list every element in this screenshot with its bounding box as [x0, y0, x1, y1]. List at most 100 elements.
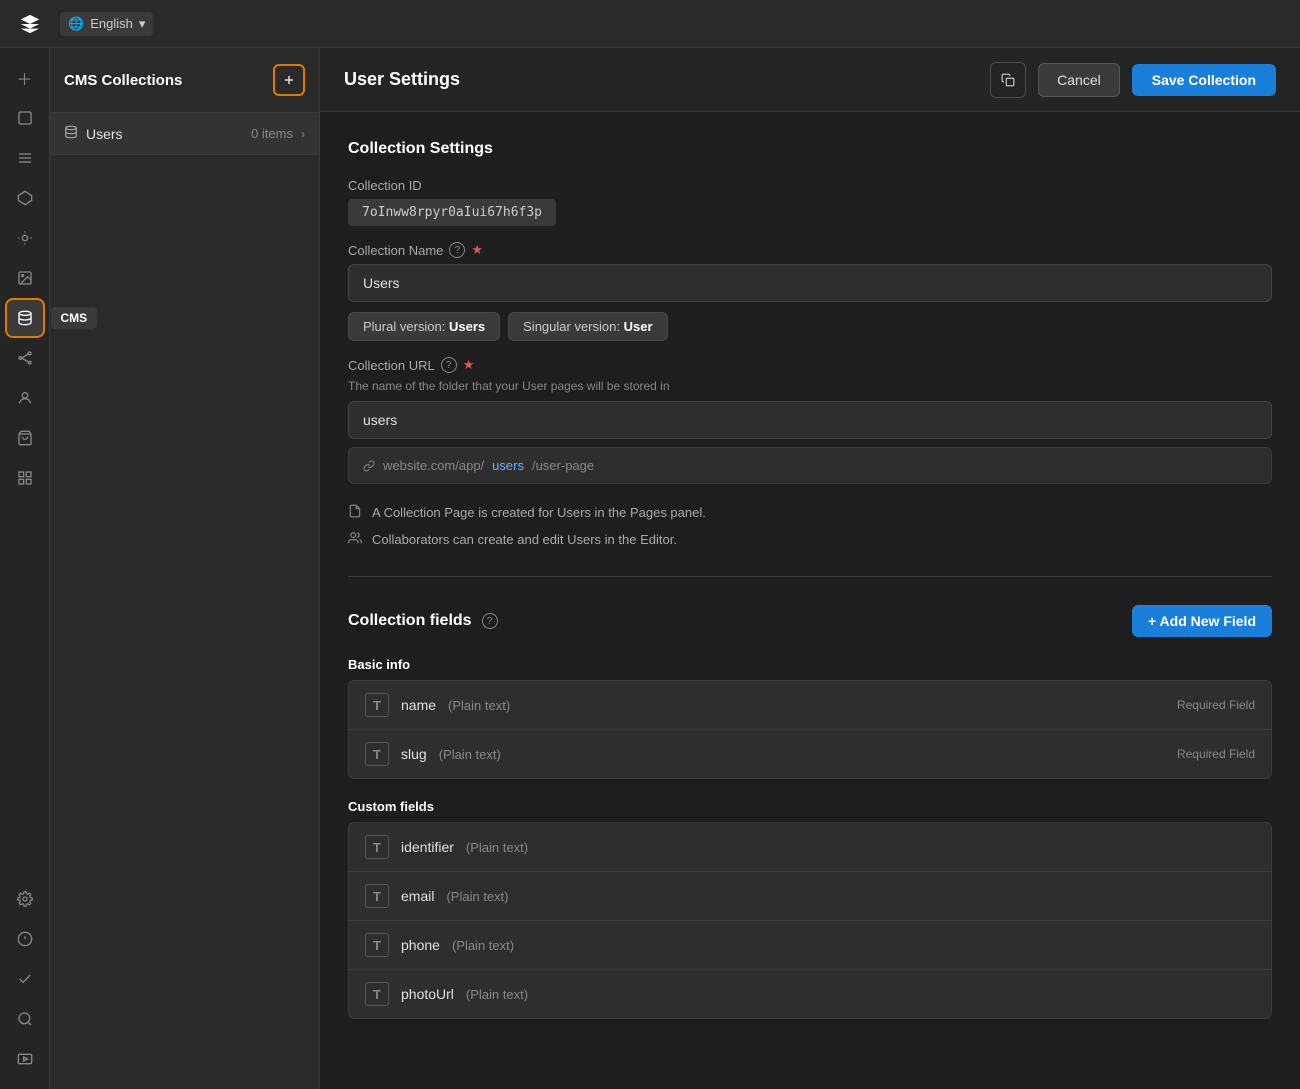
info-row-1: A Collection Page is created for Users i… — [348, 504, 1272, 521]
field-type-phone-label: (Plain text) — [452, 938, 514, 953]
name-help-icon[interactable]: ? — [449, 242, 465, 258]
cms-panel-title: CMS Collections — [64, 72, 182, 89]
field-identifier-label: identifier — [401, 839, 454, 855]
singular-chip: Singular version: User — [508, 312, 667, 341]
url-required-star: ★ — [463, 357, 475, 373]
add-new-field-button[interactable]: + Add New Field — [1132, 605, 1272, 637]
name-required-star: ★ — [471, 242, 483, 258]
divider — [348, 576, 1272, 577]
field-type-label: (Plain text) — [448, 698, 510, 713]
sidebar-item-store[interactable] — [7, 420, 43, 456]
singular-value: User — [624, 319, 653, 334]
collection-icon — [64, 125, 78, 142]
url-prefix: website.com/app/ — [383, 458, 484, 473]
add-icon: ＋ — [16, 66, 32, 90]
url-preview: website.com/app/users/user-page — [348, 447, 1272, 484]
field-slug-label: slug — [401, 746, 427, 762]
sidebar-item-members[interactable] — [7, 380, 43, 416]
sidebar-item-integrations[interactable] — [7, 921, 43, 957]
language-label: English — [90, 16, 133, 31]
sidebar-item-media[interactable] — [7, 260, 43, 296]
cancel-button[interactable]: Cancel — [1038, 63, 1120, 97]
icon-sidebar: ＋ CMS — [0, 48, 50, 1089]
collection-id-value: 7oInww8rpyr0aIui67h6f3p — [348, 199, 556, 226]
field-item-identifier[interactable]: T identifier (Plain text) — [349, 823, 1271, 872]
plural-value: Users — [449, 319, 485, 334]
field-required-slug: Required Field — [1177, 747, 1255, 761]
sidebar-item-search[interactable] — [7, 1001, 43, 1037]
info-text-1: A Collection Page is created for Users i… — [372, 505, 706, 520]
collection-name-label: Collection Name ? ★ — [348, 242, 1272, 258]
field-item-name[interactable]: T name (Plain text) Required Field — [349, 681, 1271, 730]
field-type-icon-email: T — [365, 884, 389, 908]
main-content: User Settings Cancel Save Collection Col… — [320, 48, 1300, 1089]
field-name-label: name — [401, 697, 436, 713]
field-photourl-label: photoUrl — [401, 986, 454, 1002]
save-collection-button[interactable]: Save Collection — [1132, 64, 1276, 96]
field-item-slug[interactable]: T slug (Plain text) Required Field — [349, 730, 1271, 778]
custom-fields-title: Custom fields — [348, 799, 1272, 814]
fields-header-left: Collection fields ? — [348, 612, 498, 630]
sidebar-item-video[interactable] — [7, 1041, 43, 1077]
language-selector[interactable]: 🌐 English ▾ — [60, 12, 153, 36]
globe-icon: 🌐 — [68, 16, 84, 32]
fields-help-icon[interactable]: ? — [482, 613, 498, 629]
chevron-down-icon: ▾ — [139, 16, 146, 32]
cms-panel-header: CMS Collections — [50, 48, 319, 113]
field-item-email[interactable]: T email (Plain text) — [349, 872, 1271, 921]
basic-info-title: Basic info — [348, 657, 1272, 672]
content-header: User Settings Cancel Save Collection — [320, 48, 1300, 112]
collaborator-icon — [348, 531, 362, 548]
sidebar-item-cms[interactable]: CMS — [7, 300, 43, 336]
field-item-photourl[interactable]: T photoUrl (Plain text) — [349, 970, 1271, 1018]
field-type-icon-identifier: T — [365, 835, 389, 859]
collection-count: 0 items — [251, 126, 293, 141]
collection-name-field: Collection Name ? ★ Plural version: User… — [348, 242, 1272, 341]
field-type-identifier-label: (Plain text) — [466, 840, 528, 855]
field-type-icon-slug: T — [365, 742, 389, 766]
field-type-icon-name: T — [365, 693, 389, 717]
basic-fields-list: T name (Plain text) Required Field T slu… — [348, 680, 1272, 779]
custom-fields-list: T identifier (Plain text) T email (Plain… — [348, 822, 1272, 1019]
url-description: The name of the folder that your User pa… — [348, 379, 1272, 393]
collection-name-input[interactable] — [348, 264, 1272, 302]
url-suffix: /user-page — [532, 458, 594, 473]
field-email-label: email — [401, 888, 434, 904]
collection-url-label: Collection URL ? ★ — [348, 357, 1272, 373]
sidebar-item-settings[interactable] — [7, 881, 43, 917]
sidebar-item-widgets[interactable] — [7, 460, 43, 496]
url-slug: users — [492, 458, 524, 473]
sidebar-item-page[interactable] — [7, 100, 43, 136]
version-chips: Plural version: Users Singular version: … — [348, 312, 1272, 341]
sidebar-item-components[interactable] — [7, 180, 43, 216]
sidebar-item-menu[interactable] — [7, 140, 43, 176]
cms-tooltip: CMS — [51, 307, 98, 329]
sidebar-item-tasks[interactable] — [7, 961, 43, 997]
cms-panel: CMS Collections Users 0 items › — [50, 48, 320, 1089]
cms-collection-users[interactable]: Users 0 items › — [50, 113, 319, 155]
duplicate-button[interactable] — [990, 62, 1026, 98]
field-type-icon-photourl: T — [365, 982, 389, 1006]
field-type-slug-label: (Plain text) — [439, 747, 501, 762]
field-item-phone[interactable]: T phone (Plain text) — [349, 921, 1271, 970]
info-rows: A Collection Page is created for Users i… — [348, 504, 1272, 548]
sidebar-item-add[interactable]: ＋ — [7, 60, 43, 96]
sidebar-item-connections[interactable] — [7, 340, 43, 376]
page-icon — [348, 504, 362, 521]
page-title: User Settings — [344, 69, 978, 90]
collection-url-input[interactable] — [348, 401, 1272, 439]
field-type-icon-phone: T — [365, 933, 389, 957]
sidebar-item-design[interactable] — [7, 220, 43, 256]
field-type-email-label: (Plain text) — [446, 889, 508, 904]
info-row-2: Collaborators can create and edit Users … — [348, 531, 1272, 548]
field-phone-label: phone — [401, 937, 440, 953]
content-body: Collection Settings Collection ID 7oInww… — [320, 112, 1300, 1089]
collection-settings-title: Collection Settings — [348, 140, 1272, 158]
url-help-icon[interactable]: ? — [441, 357, 457, 373]
top-bar: 🌐 English ▾ — [0, 0, 1300, 48]
info-text-2: Collaborators can create and edit Users … — [372, 532, 677, 547]
collection-id-field: Collection ID 7oInww8rpyr0aIui67h6f3p — [348, 178, 1272, 226]
logo — [16, 10, 44, 38]
cms-add-collection-button[interactable] — [273, 64, 305, 96]
field-required-name: Required Field — [1177, 698, 1255, 712]
